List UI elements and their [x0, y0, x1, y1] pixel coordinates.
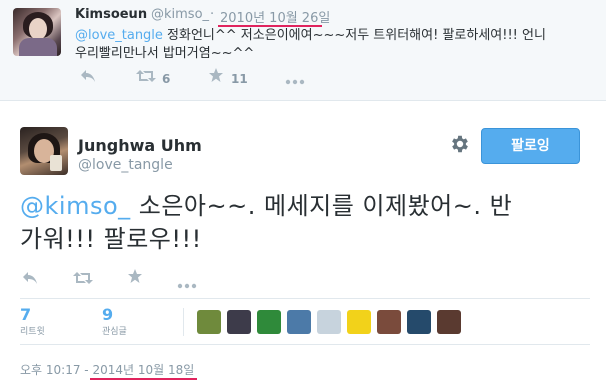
favoriter-avatar-9[interactable]: [437, 310, 461, 334]
timestamp-separator: -: [80, 363, 93, 377]
tweet-author-name[interactable]: Junghwa Uhm: [78, 136, 202, 155]
tweet-text: @kimso_ 소은아~~. 메세지를 이제봤어~. 반 가워!!! 팔로우!!…: [20, 190, 595, 256]
separator-dot: ·: [210, 7, 215, 22]
favorites-stat[interactable]: 9 관심글: [102, 305, 127, 337]
favoriter-avatar-5[interactable]: [317, 310, 341, 334]
favoriter-avatar-8[interactable]: [407, 310, 431, 334]
favorite-icon[interactable]: [208, 67, 224, 87]
tweet-text-line1: 정화언니^^ 저소은이에여~~~저두 트위터해여! 팔로하세여!!! 언니: [162, 28, 546, 43]
retweet-count: 6: [162, 72, 171, 86]
retweets-stat[interactable]: 7 리트윗: [20, 305, 45, 337]
more-icon[interactable]: [285, 71, 305, 89]
gear-icon[interactable]: [447, 133, 473, 159]
tweet-date: 2014년 10월 18일: [92, 363, 195, 377]
retweet-icon[interactable]: [136, 69, 156, 87]
favorites-count: 9: [102, 305, 114, 324]
favorites-label: 관심글: [102, 327, 127, 337]
favoriter-avatar-3[interactable]: [257, 310, 281, 334]
mention-link[interactable]: @kimso_: [20, 192, 131, 220]
more-icon[interactable]: [177, 274, 197, 293]
divider: [20, 344, 590, 345]
retweet-icon[interactable]: [73, 270, 93, 289]
favorite-count: 11: [231, 72, 248, 86]
tweet-time: 오후 10:17: [20, 363, 81, 377]
tweet-text-line2: 가워!!! 팔로우!!!: [20, 225, 202, 253]
favoriter-avatars: [197, 310, 461, 334]
previous-tweet[interactable]: Kimsoeun @kimso_ · 2010년 10월 26일 @love_t…: [0, 0, 606, 101]
favoriter-avatar-1[interactable]: [197, 310, 221, 334]
tweet-author-handle[interactable]: @love_tangle: [78, 157, 173, 173]
tweet-date-link[interactable]: 2010년 10월 26일: [220, 7, 330, 26]
tweet-text-line2: 우리빨리만나서 밥머거염~~^^: [75, 46, 255, 61]
retweets-label: 리트윗: [20, 327, 45, 337]
junghwa-avatar[interactable]: [20, 127, 68, 175]
tweet-text-line1: 소은아~~. 메세지를 이제봤어~. 반: [130, 192, 513, 220]
tweet-text: @love_tangle 정화언니^^ 저소은이에여~~~저두 트위터해여! 팔…: [75, 27, 595, 63]
favoriter-avatar-6[interactable]: [347, 310, 371, 334]
tweet-author-handle[interactable]: @kimso_: [151, 7, 209, 22]
reply-icon[interactable]: [80, 69, 96, 87]
stats-separator: [183, 308, 184, 336]
divider: [20, 298, 590, 299]
date-highlight-underline: [90, 378, 197, 380]
retweets-count: 7: [20, 305, 32, 324]
mention-link[interactable]: @love_tangle: [75, 28, 163, 43]
tweet-author-name[interactable]: Kimsoeun: [75, 7, 147, 22]
reply-icon[interactable]: [22, 270, 38, 289]
favoriter-avatar-2[interactable]: [227, 310, 251, 334]
favoriter-avatar-7[interactable]: [377, 310, 401, 334]
following-button[interactable]: 팔로잉: [481, 128, 580, 164]
favoriter-avatar-4[interactable]: [287, 310, 311, 334]
kimsoeun-avatar[interactable]: [13, 8, 61, 56]
tweet-timestamp: 오후 10:17 - 2014년 10월 18일: [20, 361, 194, 378]
favorite-icon[interactable]: [127, 268, 143, 288]
